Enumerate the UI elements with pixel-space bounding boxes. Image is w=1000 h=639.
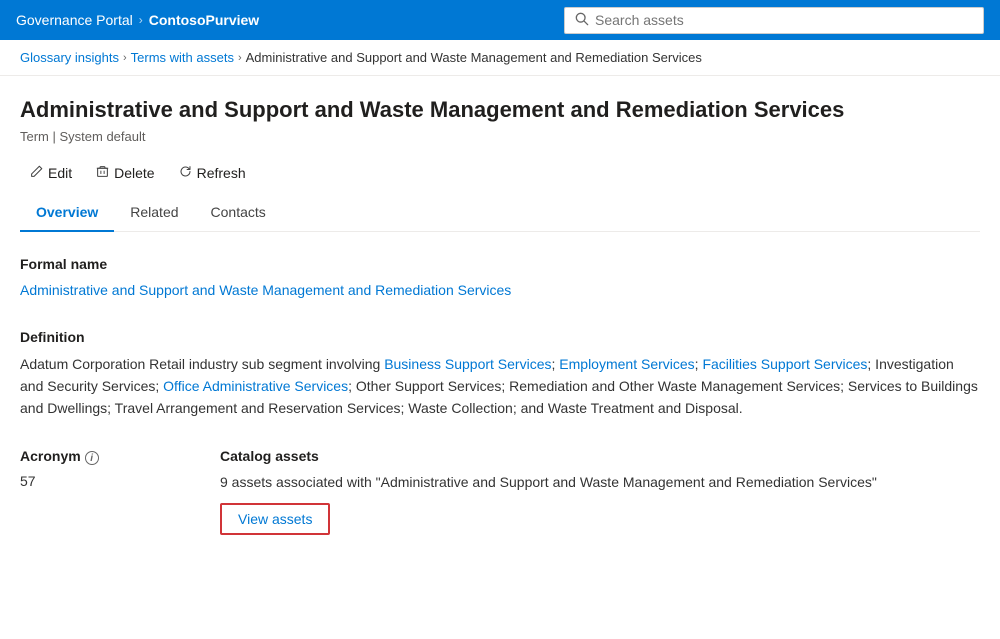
breadcrumb: Glossary insights › Terms with assets › … [0, 40, 1000, 76]
two-col-section: Acronymi 57 Catalog assets 9 assets asso… [20, 448, 980, 535]
catalog-assets-text: 9 assets associated with "Administrative… [220, 472, 980, 493]
breadcrumb-glossary-insights[interactable]: Glossary insights [20, 50, 119, 65]
business-support-link[interactable]: Business Support Services [384, 356, 551, 372]
brand-name: ContosoPurview [149, 12, 259, 28]
page-subtitle: Term | System default [20, 129, 980, 144]
nav-chevron: › [139, 13, 143, 27]
delete-button[interactable]: Delete [86, 160, 164, 186]
formal-name-value: Administrative and Support and Waste Man… [20, 280, 980, 301]
catalog-assets-section: Catalog assets 9 assets associated with … [220, 448, 980, 535]
acronym-section: Acronymi 57 [20, 448, 160, 535]
breadcrumb-terms-with-assets[interactable]: Terms with assets [131, 50, 234, 65]
page-content: Administrative and Support and Waste Man… [0, 76, 1000, 555]
tab-related[interactable]: Related [114, 194, 194, 232]
breadcrumb-sep-2: › [238, 52, 242, 64]
refresh-label: Refresh [197, 165, 246, 181]
edit-label: Edit [48, 165, 72, 181]
overview-section: Formal name Administrative and Support a… [20, 232, 980, 535]
employment-services-link[interactable]: Employment Services [559, 356, 694, 372]
tab-overview[interactable]: Overview [20, 194, 114, 232]
edit-icon [30, 165, 43, 181]
top-navigation: Governance Portal › ContosoPurview [0, 0, 1000, 40]
portal-label: Governance Portal [16, 12, 133, 28]
refresh-button[interactable]: Refresh [169, 160, 256, 186]
formal-name-label: Formal name [20, 256, 980, 272]
toolbar: Edit Delete Refresh [20, 160, 980, 186]
definition-text: Adatum Corporation Retail industry sub s… [20, 353, 980, 420]
delete-icon [96, 165, 109, 181]
page-title: Administrative and Support and Waste Man… [20, 96, 980, 125]
acronym-info-icon: i [85, 451, 99, 465]
acronym-label: Acronymi [20, 448, 160, 466]
nav-brand: Governance Portal › ContosoPurview [16, 12, 259, 28]
edit-button[interactable]: Edit [20, 160, 82, 186]
catalog-assets-label: Catalog assets [220, 448, 980, 464]
definition-label: Definition [20, 329, 980, 345]
tab-contacts[interactable]: Contacts [195, 194, 282, 232]
delete-label: Delete [114, 165, 154, 181]
search-icon [575, 12, 589, 29]
search-bar[interactable] [564, 7, 984, 34]
refresh-icon [179, 165, 192, 181]
breadcrumb-current: Administrative and Support and Waste Man… [246, 50, 702, 65]
breadcrumb-sep-1: › [123, 52, 127, 64]
view-assets-button[interactable]: View assets [220, 503, 330, 535]
facilities-link[interactable]: Facilities Support Services [702, 356, 867, 372]
search-input[interactable] [595, 12, 973, 28]
tabs: Overview Related Contacts [20, 194, 980, 232]
office-admin-link[interactable]: Office Administrative Services [163, 378, 348, 394]
acronym-value: 57 [20, 473, 160, 489]
